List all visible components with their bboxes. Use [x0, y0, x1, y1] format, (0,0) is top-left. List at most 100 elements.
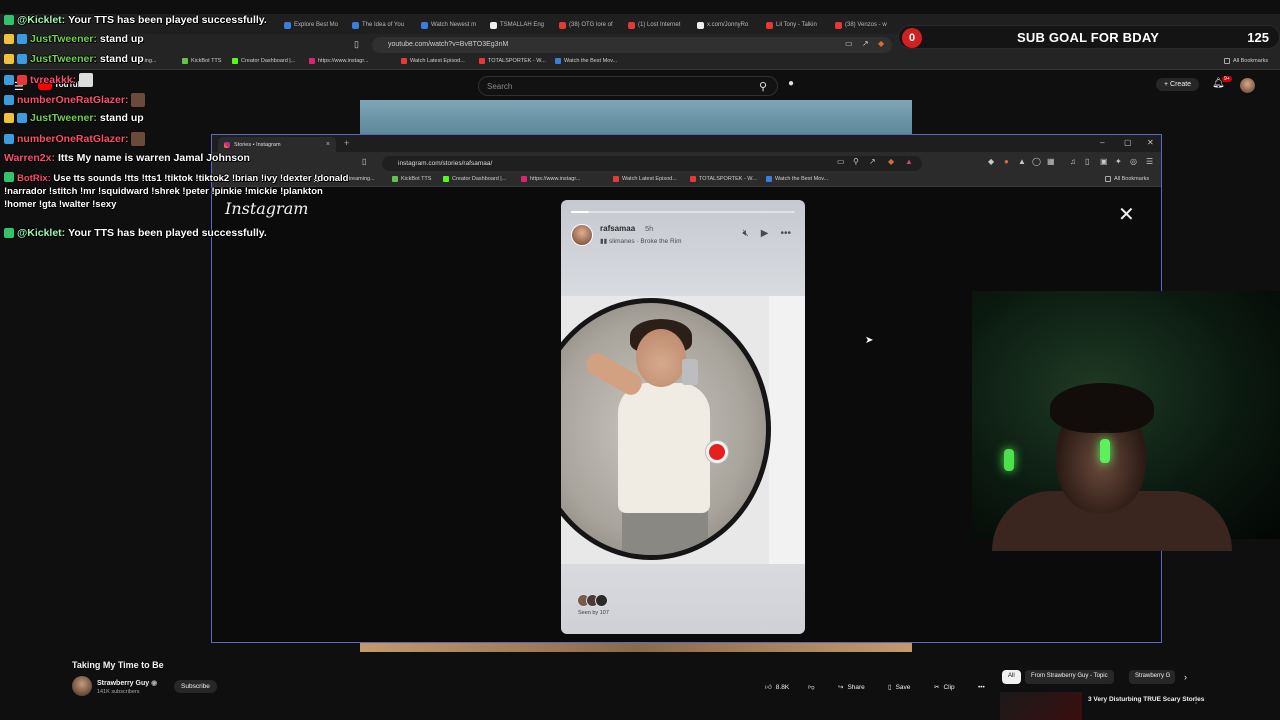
browser-tab[interactable]: Watch Newest m [421, 17, 483, 33]
extension-icon[interactable]: ◆ [988, 157, 994, 166]
video-player-top[interactable] [360, 100, 912, 134]
bookmark-item[interactable]: Watch Latest Episod... [401, 58, 465, 64]
cast-icon[interactable]: ▭ [837, 157, 845, 166]
browser-tab[interactable]: Lil Tony - Talkin [766, 17, 828, 33]
search-icon[interactable]: ⚲ [759, 80, 767, 93]
bookmark-item[interactable]: TOTALSPORTEK - W... [479, 58, 546, 64]
close-window-icon[interactable]: ✕ [1147, 138, 1154, 147]
browser-tab[interactable]: TSMALLAH Eng [490, 17, 552, 33]
sidebar-icon[interactable]: ▯ [1085, 157, 1089, 166]
bookmark-item[interactable]: Creator Dashboard |... [232, 58, 295, 64]
channel-avatar[interactable] [72, 676, 92, 696]
cast-icon[interactable]: ▭ [845, 39, 853, 48]
bookmark-item[interactable]: KickBot TTS [392, 176, 431, 182]
thumbs-down-icon: 👎︎ [808, 684, 815, 691]
all-bookmarks[interactable]: All Bookmarks [1105, 176, 1149, 182]
extension-icon[interactable]: ◯ [1032, 157, 1041, 166]
bookmark-item[interactable]: https://www.instagr... [309, 58, 368, 64]
browser-tab[interactable]: x.com/JonnyRo [697, 17, 759, 33]
recommended-thumbnail[interactable] [1000, 692, 1082, 720]
create-button[interactable]: + Create [1156, 78, 1200, 91]
totalsportek-icon [479, 58, 485, 64]
url-field[interactable]: youtube.com/watch?v=BvBTO3Eg3nM [372, 37, 892, 53]
story-controls: 🔇︎ ▶ ••• [742, 228, 791, 239]
chat-message: JustTweener: stand up [4, 112, 144, 124]
maximize-icon[interactable]: ▢ [1124, 138, 1132, 147]
video-player-bottom[interactable] [360, 642, 912, 652]
tab-label: (1) Lost Internet [638, 22, 681, 28]
story-viewer[interactable]: rafsamaa 5h ▮▮ slimanes · Broke the Rim … [561, 200, 805, 634]
search-placeholder: Search [487, 82, 513, 91]
clip-button[interactable]: ✂ Clip [934, 680, 955, 694]
browser-tab[interactable]: The Idea of You [352, 17, 414, 33]
bookmark-item[interactable]: Watch the Best Mov... [555, 58, 617, 64]
zoom-icon[interactable]: ⚲ [853, 157, 859, 166]
wallet-icon[interactable]: ▣ [1100, 157, 1108, 166]
share-button[interactable]: ↪ Share [838, 680, 865, 694]
story-username[interactable]: rafsamaa [600, 224, 635, 233]
chip-from-channel[interactable]: From Strawberry Guy - Topic [1025, 670, 1114, 684]
play-icon[interactable]: ▶ [761, 228, 769, 239]
bookmark-item[interactable]: Creator Dashboard |... [443, 176, 506, 182]
close-story-icon[interactable]: ✕ [1118, 205, 1135, 225]
story-photo [561, 296, 805, 564]
bookmark-star-icon[interactable]: ▯ [362, 157, 366, 166]
close-tab-icon[interactable]: × [326, 141, 330, 148]
chip-all[interactable]: All [1002, 670, 1021, 684]
story-user-avatar[interactable] [571, 224, 593, 246]
movie-icon [555, 58, 561, 64]
vpn-icon[interactable]: ◎ [1130, 157, 1137, 166]
new-tab-icon[interactable]: + [344, 138, 349, 148]
youtube-search-input[interactable]: Search ⚲ [478, 76, 778, 96]
seen-by-count[interactable]: Seen by 107 [578, 610, 609, 616]
channel-name[interactable]: Strawberry Guy ◉ [97, 679, 157, 687]
extension-icon[interactable]: ▲ [1018, 157, 1026, 166]
extension-icon[interactable]: ▦ [1047, 157, 1055, 166]
share-icon[interactable]: ↗ [869, 157, 876, 166]
dislike-button[interactable]: 👎︎ [808, 680, 815, 694]
tab-stories-instagram[interactable]: Stories • Instagram × [218, 137, 336, 152]
browser-tab[interactable]: (1) Lost Internet [628, 17, 690, 33]
bookmark-item[interactable]: Watch the Best Mov... [766, 176, 828, 182]
chat-message: numberOneRatGlazer: [4, 93, 146, 107]
chevron-right-icon[interactable]: › [1184, 672, 1187, 682]
chip-strawberry[interactable]: Strawberry G [1129, 670, 1175, 684]
like-button[interactable]: 👍︎ 8.8K [765, 680, 789, 694]
story-music[interactable]: ▮▮ slimanes · Broke the Rim [600, 237, 682, 245]
all-bookmarks[interactable]: All Bookmarks [1224, 58, 1268, 64]
minimize-icon[interactable]: – [1100, 138, 1104, 147]
bookmark-star-icon[interactable]: ▯ [354, 39, 359, 50]
brave-rewards-icon[interactable]: ▲ [905, 157, 913, 166]
bookmark-item[interactable]: https://www.instagr... [521, 176, 580, 182]
media-icon[interactable]: ♫ [1070, 157, 1076, 166]
browser-tab[interactable]: (38) OTG lore of [559, 17, 621, 33]
chat-message: @Kicklet: Your TTS has been played succe… [4, 14, 267, 26]
tab-label: Stories • Instagram [234, 141, 281, 148]
browser-tab[interactable]: (38) Venzos - w [835, 17, 895, 33]
extension-icon[interactable]: ● [1004, 157, 1009, 166]
seen-by-avatars[interactable] [577, 594, 608, 607]
bookmark-item[interactable]: Watch Latest Episod... [613, 176, 677, 182]
microphone-icon[interactable]: ● [788, 78, 802, 92]
kebab-menu-icon[interactable]: ⋮ [1192, 696, 1200, 705]
brave-icon[interactable]: ◆ [878, 39, 884, 48]
save-button[interactable]: ▯ Save [888, 680, 910, 694]
menu-icon[interactable]: ☰ [1146, 157, 1153, 166]
chat-message: numberOneRatGlazer: [4, 132, 146, 146]
browser-tab[interactable]: Explore Best Mo [284, 17, 346, 33]
more-actions-button[interactable]: ••• [978, 680, 985, 694]
account-avatar[interactable] [1240, 78, 1255, 93]
channel-name-text: Strawberry Guy [97, 680, 150, 687]
chat-text: Your TTS has been played successfully. [68, 227, 267, 239]
bookmark-item[interactable]: KickBot TTS [182, 58, 221, 64]
bookmark-item[interactable]: TOTALSPORTEK - W... [690, 176, 757, 182]
brave-shield-icon[interactable]: ◆ [888, 157, 894, 166]
tab-favicon-icon [559, 21, 566, 29]
sub-badge-icon [4, 34, 14, 44]
more-options-icon[interactable]: ••• [780, 228, 791, 239]
mute-icon[interactable]: 🔇︎ [742, 228, 748, 239]
subscribe-button[interactable]: Subscribe [174, 680, 217, 693]
share-icon[interactable]: ↗ [862, 39, 869, 48]
leo-icon[interactable]: ✦ [1115, 157, 1122, 166]
webcam-feed [972, 291, 1280, 551]
